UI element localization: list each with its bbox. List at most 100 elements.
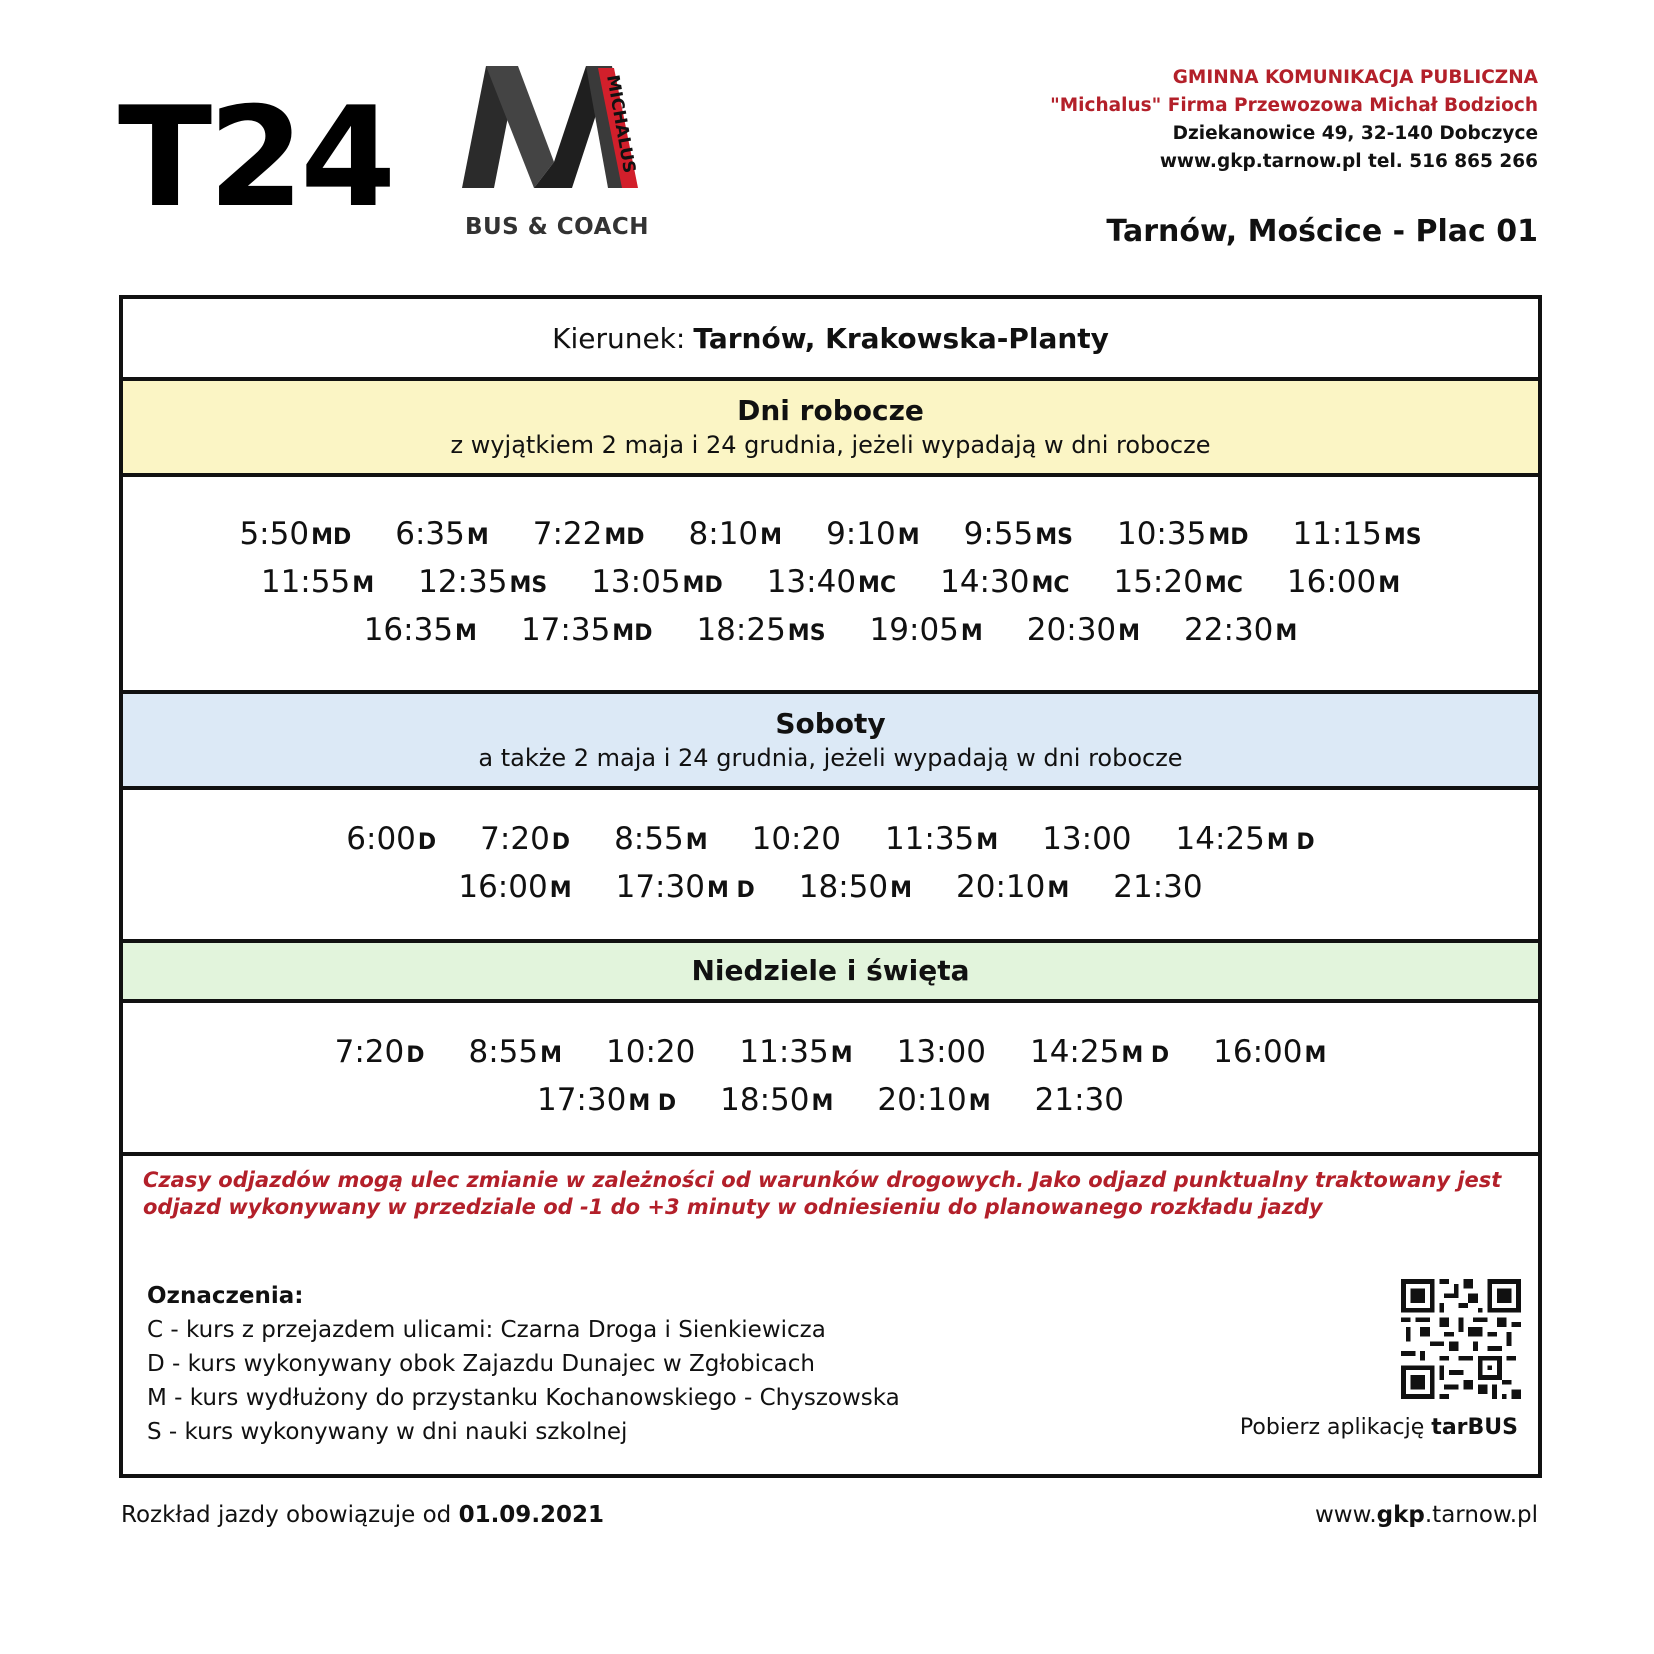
departure: 19:05 M [870,608,983,656]
departure-code: D [551,829,571,855]
valid-date: 01.09.2021 [458,1502,605,1528]
departure-code: MC [1204,572,1243,598]
departure-time: 17:30 [615,868,705,905]
departure-code: M [455,620,477,646]
departure-code: MC [1031,572,1070,598]
departure-time: 13:40 [766,563,857,600]
legend: Oznaczenia: C - kurs z przejazdem ulicam… [147,1279,900,1449]
departure-code: MD [311,524,352,550]
departure-time: 9:10 [826,515,896,552]
departure-time: 10:20 [606,1033,696,1070]
departure: 6:35 M [395,512,489,560]
valid-from: Rozkład jazdy obowiązuje od 01.09.2021 [121,1502,604,1528]
legend-item-s: S - kurs wykonywany w dni nauki szkolnej [147,1419,628,1445]
section-header-workdays: Dni robocze z wyjątkiem 2 maja i 24 grud… [123,381,1538,477]
departure: 20:10 M [956,865,1069,913]
departure-code: M [890,877,913,903]
departure-time: 15:20 [1113,563,1203,600]
departure: 15:20 MC [1113,560,1242,608]
departure: 10:20 [752,817,841,865]
departure: 13:05 MD [591,560,723,608]
departure: 10:35 MD [1117,512,1249,560]
section-title: Soboty [775,707,886,740]
departure: 21:30 [1113,865,1202,913]
departure-code: D [406,1042,425,1068]
departure: 11:15 MS [1292,512,1421,560]
departure: 13:00 [897,1030,986,1078]
departure: 8:55 M [469,1030,563,1078]
legend-item-d: D - kurs wykonywany obok Zajazdu Dunajec… [147,1351,815,1377]
app-download: Pobierz aplikację tarBUS [1240,1415,1518,1440]
departure: 11:55 M [261,560,374,608]
departure-code: MS [1383,524,1422,550]
section-header-sundays: Niedziele i święta [123,943,1538,1003]
departure-time: 16:00 [458,868,548,905]
operator-title: GMINNA KOMUNIKACJA PUBLICZNA [1172,67,1538,88]
departure-time: 10:35 [1116,515,1207,552]
departure-time: 8:10 [688,515,759,552]
departure-code: M [466,524,489,550]
departure-time: 12:35 [418,563,508,600]
departure: 16:00 M [1287,560,1400,608]
departure: 16:00 M [1213,1030,1326,1078]
logo-m-mark: MICHALUS [462,66,639,188]
departure: 13:00 [1042,817,1131,865]
departure-code: MD [612,620,653,646]
departure: 12:35 MS [418,560,547,608]
departure-time: 11:15 [1292,515,1382,552]
departure-code: M D [1121,1042,1170,1068]
timetable-frame: Kierunek: Tarnów, Krakowska-Planty Dni r… [119,295,1542,1478]
departure-code: M [1118,620,1141,646]
section-subtitle: z wyjątkiem 2 maja i 24 grudnia, jeżeli … [450,431,1211,459]
departure-time: 11:35 [739,1033,829,1070]
departure-time: 5:50 [239,515,310,552]
departures-sundays: 7:20 D 8:55 M 10:20 11:35 M 13:00 14:25 M D 16:00 M… [123,1003,1538,1156]
departure-code: MD [1208,524,1249,550]
departure: 17:30 M D [616,865,755,913]
legend-item-m: M - kurs wydłużony do przystanku Kochano… [147,1385,900,1411]
departure-time: 14:30 [940,563,1030,600]
departure-time: 21:30 [1113,868,1203,905]
departure: 17:35 MD [521,608,653,656]
michalus-logo: MICHALUS BUS & COACH [462,66,652,252]
app-name[interactable]: tarBUS [1431,1415,1518,1440]
departure-time: 7:22 [532,515,603,552]
section-header-saturdays: Soboty a także 2 maja i 24 grudnia, jeże… [123,694,1538,790]
departure-code: MS [509,572,548,598]
departure-code: M D [1266,829,1315,855]
departure-time: 17:30 [536,1081,627,1118]
departure-code: M [1378,572,1401,598]
departure-code: M [960,620,983,646]
qr-code-icon[interactable] [1401,1279,1521,1399]
departures-workdays: 5:50 MD 6:35 M 7:22 MD 8:10 M 9:10 M 9:55 MS 10:35 MD… [123,477,1538,694]
departure-code: MS [787,620,826,646]
departure-time: 21:30 [1034,1081,1124,1118]
departure-code: M [968,1090,991,1116]
departure-code: M [1304,1042,1327,1068]
departure-code: M [830,1042,853,1068]
departure-time: 8:55 [468,1033,539,1070]
line-number: T24 [118,77,396,238]
departure: 18:25 MS [696,608,825,656]
website-suffix: .tarnow.pl [1424,1502,1538,1528]
departure: 22:30 M [1184,608,1297,656]
departure-time: 9:55 [963,515,1034,552]
departure: 14:30 MC [940,560,1069,608]
website-link[interactable]: www.gkp.tarnow.pl [1315,1502,1538,1528]
valid-prefix: Rozkład jazdy obowiązuje od [121,1502,452,1528]
departure-code: M [976,829,999,855]
departure-time: 16:00 [1286,563,1377,600]
departure: 7:22 MD [533,512,645,560]
departure-time: 8:55 [614,820,684,857]
departure-code: M D [706,877,755,903]
departure-time: 18:50 [720,1081,810,1118]
departure-code: M D [628,1090,677,1116]
departure: 8:55 M [614,817,708,865]
departure-code: MD [682,572,723,598]
departure-time: 13:05 [591,563,681,600]
section-title: Niedziele i święta [691,954,970,987]
departure-time: 11:35 [884,820,975,857]
departure-time: 14:25 [1175,820,1265,857]
departure-code: M [811,1090,834,1116]
departures-saturdays: 6:00 D 7:20 D 8:55 M 10:20 11:35 M 13:00 14:25 M D1… [123,790,1538,943]
